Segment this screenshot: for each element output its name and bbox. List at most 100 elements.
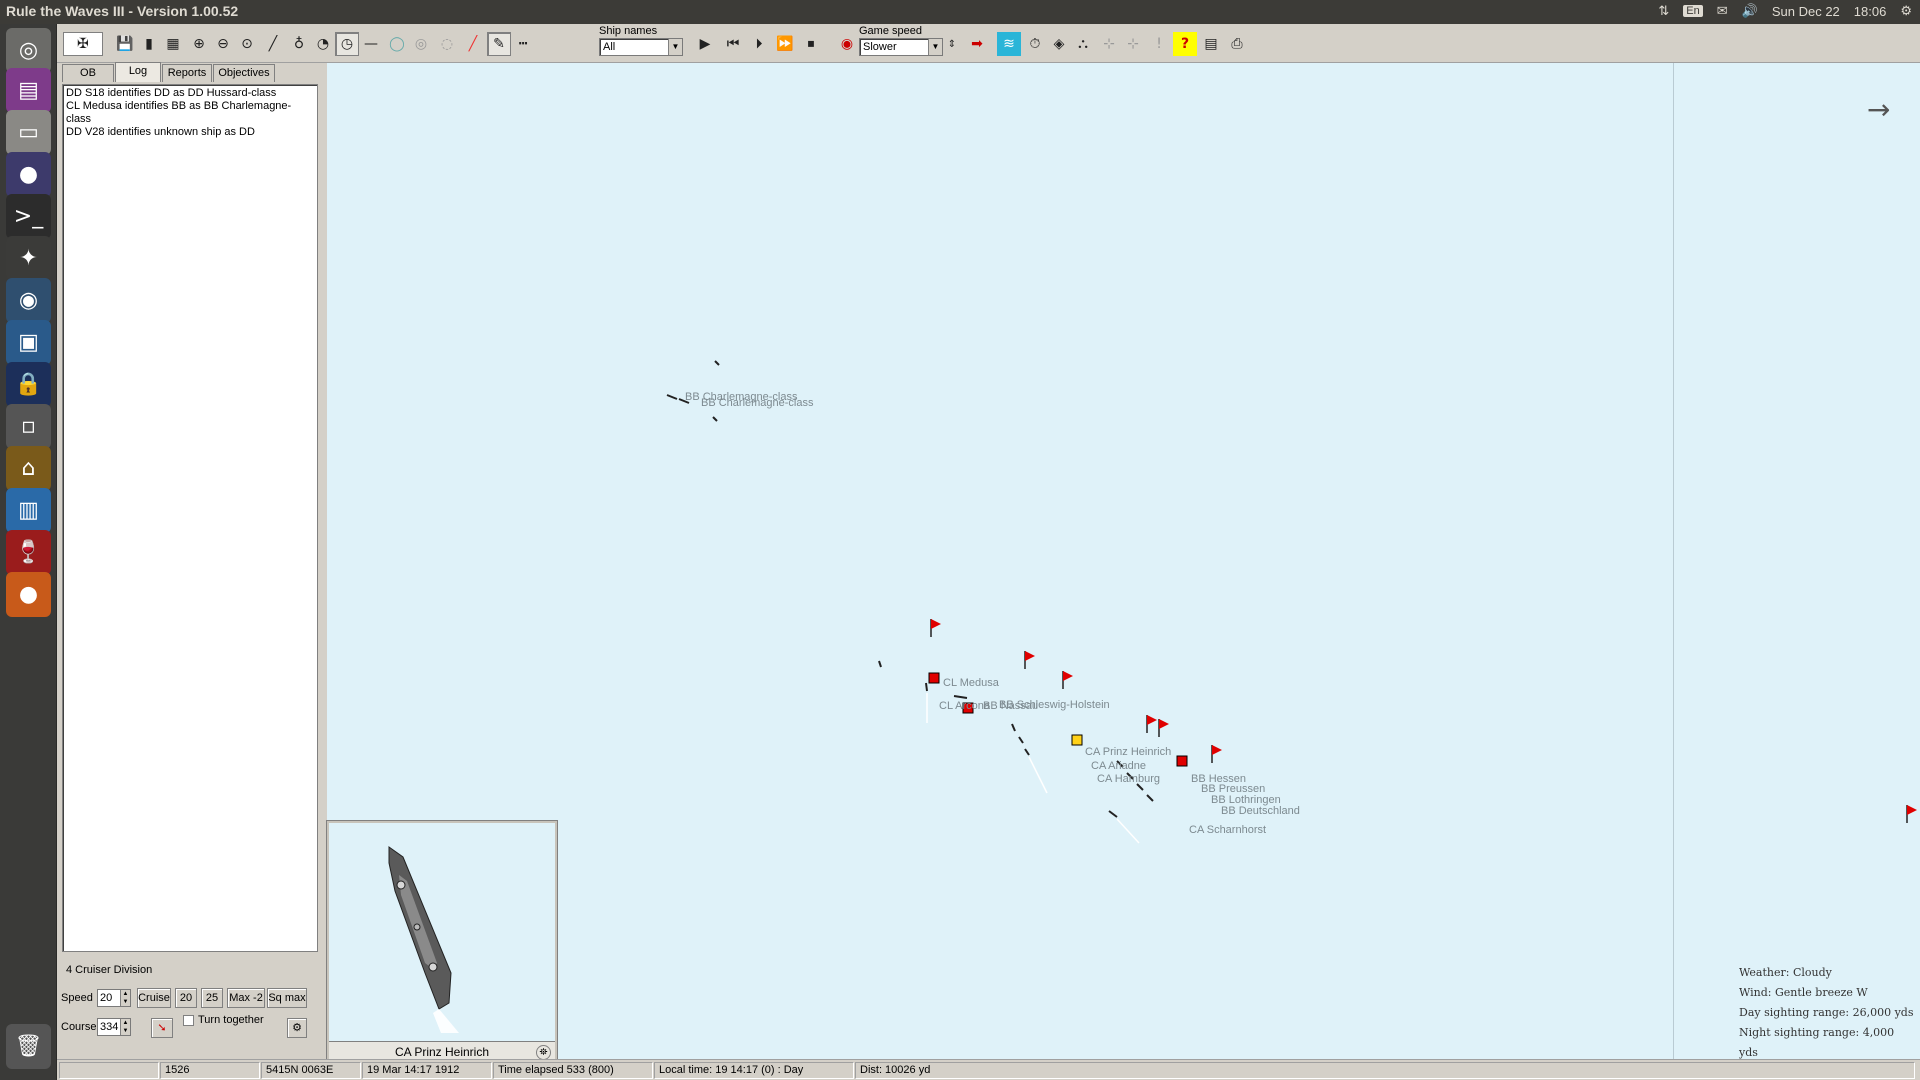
dash-home-icon[interactable]: ◎ (6, 28, 51, 73)
ship-marker[interactable] (1108, 810, 1118, 818)
speed-spinner-icon[interactable]: ⇕ (945, 32, 959, 56)
speed-gauge-icon[interactable]: ◉ (835, 32, 859, 56)
zoom-out-icon[interactable]: ⊖ (211, 32, 235, 56)
stopwatch-icon[interactable]: ⏱ (1023, 32, 1047, 56)
step-back-icon[interactable]: ⏮ (721, 32, 745, 56)
tab-ob[interactable]: OB (62, 64, 114, 82)
range-circle-2-icon[interactable]: ◎ (409, 32, 433, 56)
weather-icon[interactable]: ≋ (997, 32, 1021, 56)
log-list[interactable]: DD S18 identifies DD as DD Hussard-class… (62, 84, 318, 952)
help-icon[interactable]: ? (1173, 32, 1197, 56)
lock-icon[interactable]: 🔒 (6, 362, 51, 407)
ship-marker[interactable] (953, 695, 968, 699)
tab-objectives[interactable]: Objectives (213, 64, 275, 82)
ship-marker[interactable] (1018, 736, 1024, 744)
network-icon[interactable]: ⇅ (1658, 3, 1669, 19)
play-icon[interactable]: ▶ (693, 32, 717, 56)
turn-together-checkbox[interactable] (183, 1014, 194, 1026)
terminal-icon[interactable]: >_ (6, 194, 51, 239)
mail-icon[interactable]: ✉ (1717, 3, 1728, 19)
max-minus-2-button[interactable]: Max -2 (227, 988, 265, 1008)
workspace-icon[interactable]: ▫ (6, 404, 51, 449)
formation-icon[interactable]: ⊹ (1097, 32, 1121, 56)
save-icon[interactable]: 💾 (113, 32, 137, 56)
enemy-ship-marker[interactable] (714, 360, 720, 366)
speed-input[interactable]: 20 ▲ ▼ (97, 989, 131, 1007)
enemy-ship-marker[interactable] (712, 416, 718, 422)
spinner-icon[interactable]: ▲ ▼ (120, 990, 130, 1006)
squadron-max-button[interactable]: Sq max (267, 988, 307, 1008)
report-icon[interactable]: ▤ (1199, 32, 1223, 56)
virtualbox-icon[interactable]: ▣ (6, 320, 51, 365)
red-arrow-icon[interactable]: ➡ (965, 32, 989, 56)
step-icon[interactable]: ⏵ (747, 32, 771, 56)
flag-icon[interactable] (1211, 745, 1222, 763)
cruise-button[interactable]: Cruise (137, 988, 171, 1008)
clock-icon[interactable]: ◷ (335, 32, 359, 56)
volume-icon[interactable]: 🔊 (1742, 3, 1758, 19)
steam-icon[interactable]: ◉ (6, 278, 51, 323)
ship-target-icon[interactable]: ⛬ (1071, 32, 1095, 56)
trash-icon[interactable]: 🗑 (6, 1024, 51, 1069)
flag-icon[interactable] (1062, 671, 1073, 689)
files-icon[interactable]: ▭ (6, 110, 51, 155)
book-icon[interactable]: ◈ (1047, 32, 1071, 56)
stop-icon[interactable]: ⏹ (799, 32, 823, 56)
enemy-ship-marker[interactable] (666, 394, 678, 400)
compass-icon[interactable]: ◔ (311, 32, 335, 56)
brush-icon[interactable]: ╱ (261, 32, 285, 56)
ship-names-select[interactable]: All ▼ (599, 38, 683, 56)
info-icon[interactable]: ! (1147, 32, 1171, 56)
torpedo-icon[interactable]: ♁ (287, 32, 311, 56)
range-circle-3-icon[interactable]: ◌ (435, 32, 459, 56)
ship-marker[interactable] (1011, 723, 1016, 732)
print-icon[interactable]: ⎙ (1225, 32, 1249, 56)
firefox-icon[interactable]: ● (6, 152, 51, 197)
ship-marker[interactable] (878, 660, 882, 668)
selected-division-marker[interactable] (1071, 734, 1083, 746)
tactical-map[interactable]: → BB Charlemagne-class BB Charlemagne-cl… (327, 63, 1920, 1063)
keyboard-layout[interactable]: En (1683, 5, 1703, 17)
pinwheel-icon[interactable]: ✦ (6, 236, 51, 281)
fast-forward-icon[interactable]: ⏩ (773, 32, 797, 56)
line-icon[interactable]: — (359, 32, 383, 56)
app-grid-icon[interactable]: ▤ (6, 68, 51, 113)
spinner-icon[interactable]: ▲ ▼ (120, 1019, 130, 1035)
speed-25-button[interactable]: 25 (201, 988, 223, 1008)
tab-reports[interactable]: Reports (162, 64, 212, 82)
dosbox-icon[interactable]: ⌂ (6, 446, 51, 491)
wine-icon[interactable]: 🍷 (6, 530, 51, 575)
clock-label[interactable]: 18:06 (1854, 4, 1887, 19)
range-circle-icon[interactable]: ◯ (385, 32, 409, 56)
flag-icon[interactable] (930, 619, 941, 637)
tab-log[interactable]: Log (115, 62, 161, 82)
lifebuoy-icon[interactable]: ⛯ (536, 1045, 551, 1060)
pen-icon[interactable]: ✎ (487, 32, 511, 56)
game-speed-select[interactable]: Slower ▼ (859, 38, 943, 56)
settings-gear-icon[interactable]: ⚙ (1900, 3, 1912, 19)
exit-icon[interactable]: ▮ (137, 32, 161, 56)
zoom-reset-icon[interactable]: ⊙ (235, 32, 259, 56)
map-grid-icon[interactable]: ▦ (161, 32, 185, 56)
bearing-line-icon[interactable]: ╱ (461, 32, 485, 56)
flag-icon[interactable] (1906, 805, 1917, 823)
flag-icon[interactable]: ✠ (63, 32, 103, 56)
division-marker[interactable] (1176, 755, 1188, 767)
ship-marker[interactable] (925, 682, 928, 692)
formation-2-icon[interactable]: ⊹ (1121, 32, 1145, 56)
ship-marker[interactable] (1024, 748, 1030, 756)
ship-marker[interactable] (1146, 794, 1154, 802)
flag-icon[interactable] (1158, 719, 1169, 737)
speed-20-button[interactable]: 20 (175, 988, 197, 1008)
zoom-in-icon[interactable]: ⊕ (187, 32, 211, 56)
writer-icon[interactable]: ▥ (6, 488, 51, 533)
firefox-alt-icon[interactable]: ● (6, 572, 51, 617)
flag-icon[interactable] (1146, 715, 1157, 733)
flag-icon[interactable] (1024, 651, 1035, 669)
settings-icon[interactable]: ⚙ (287, 1018, 307, 1038)
division-marker[interactable] (928, 672, 940, 684)
course-pointer-icon[interactable]: ➘ (151, 1018, 173, 1038)
turn-together-option[interactable]: Turn together (183, 1014, 264, 1026)
course-input[interactable]: 334 ▲ ▼ (97, 1018, 131, 1036)
dashes-icon[interactable]: ┅ (511, 32, 535, 56)
